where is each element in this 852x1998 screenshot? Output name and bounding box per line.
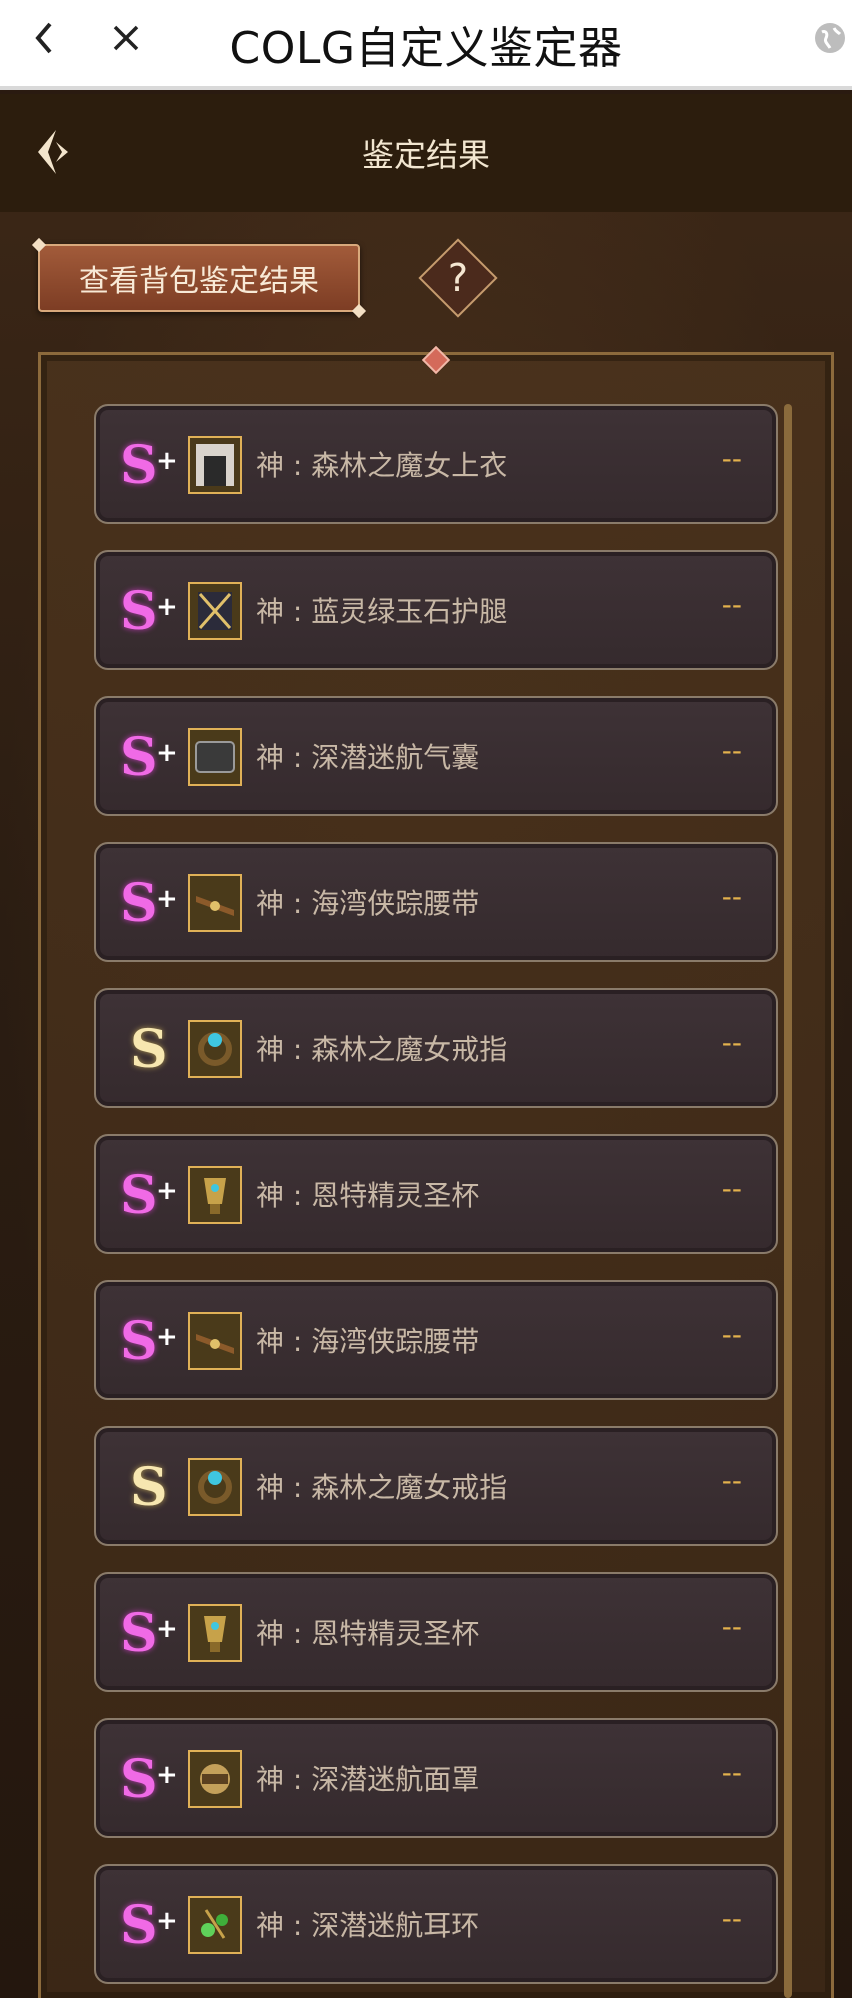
item-name: 神 : 恩特精灵圣杯: [256, 1179, 480, 1212]
item-value: --: [721, 1172, 742, 1205]
item-name: 神 : 深潜迷航气囊: [256, 741, 480, 774]
item-value: --: [721, 1026, 742, 1059]
list-item[interactable]: S + 神 : 蓝灵绿玉石护腿 --: [94, 550, 778, 670]
grade-badge: S +: [120, 727, 178, 788]
equipment-icon: [188, 1458, 242, 1516]
grade-badge: S +: [120, 1749, 178, 1810]
item-value: --: [721, 1756, 742, 1789]
equipment-icon: [188, 1020, 242, 1078]
grade-badge: S +: [120, 435, 178, 496]
list-item[interactable]: S + 神 : 森林之魔女上衣 --: [94, 404, 778, 524]
item-value: --: [721, 1318, 742, 1351]
item-value: --: [721, 588, 742, 621]
grade-badge: S +: [120, 1603, 178, 1664]
item-name: 神 : 蓝灵绿玉石护腿: [256, 595, 508, 628]
equipment-icon: [188, 1896, 242, 1954]
list-item[interactable]: S + 神 : 恩特精灵圣杯 --: [94, 1572, 778, 1692]
grade-badge: S +: [120, 873, 178, 934]
view-bag-results-button[interactable]: 查看背包鉴定结果: [38, 244, 360, 312]
item-value: --: [721, 734, 742, 767]
scrollbar[interactable]: [784, 404, 792, 1998]
item-name: 神 : 海湾侠踪腰带: [256, 1325, 480, 1358]
equipment-icon: [188, 582, 242, 640]
item-value: --: [721, 442, 742, 475]
grade-badge: S +: [120, 1895, 178, 1956]
grade-badge: S: [130, 1019, 168, 1080]
equipment-icon: [188, 1604, 242, 1662]
item-value: --: [721, 1610, 742, 1643]
browser-topbar: COLG自定义鉴定器: [0, 0, 852, 90]
item-value: --: [721, 1464, 742, 1497]
equipment-icon: [188, 874, 242, 932]
equipment-icon: [188, 436, 242, 494]
list-item[interactable]: S + 神 : 深潜迷航耳环 --: [94, 1864, 778, 1984]
equipment-icon: [188, 728, 242, 786]
item-name: 神 : 海湾侠踪腰带: [256, 887, 480, 920]
list-item[interactable]: S 神 : 森林之魔女戒指 --: [94, 1426, 778, 1546]
grade-badge: S +: [120, 1165, 178, 1226]
list-item[interactable]: S + 神 : 海湾侠踪腰带 --: [94, 842, 778, 962]
page-title: 鉴定结果: [361, 136, 490, 174]
list-item[interactable]: S + 神 : 深潜迷航气囊 --: [94, 696, 778, 816]
item-name: 神 : 深潜迷航面罩: [256, 1763, 480, 1796]
equipment-icon: [188, 1312, 242, 1370]
globe-icon[interactable]: [812, 20, 848, 56]
equipment-icon: [188, 1166, 242, 1224]
item-name: 神 : 森林之魔女戒指: [256, 1033, 508, 1066]
list-item[interactable]: S + 神 : 海湾侠踪腰带 --: [94, 1280, 778, 1400]
list-item[interactable]: S + 神 : 深潜迷航面罩 --: [94, 1718, 778, 1838]
list-item[interactable]: S + 神 : 恩特精灵圣杯 --: [94, 1134, 778, 1254]
browser-title: COLG自定义鉴定器: [229, 23, 623, 74]
grade-badge: S +: [120, 581, 178, 642]
item-value: --: [721, 880, 742, 913]
item-value: --: [721, 1902, 742, 1935]
help-icon: ?: [447, 256, 469, 300]
item-name: 神 : 森林之魔女戒指: [256, 1471, 508, 1504]
app-header: 鉴定结果: [0, 94, 852, 212]
item-name: 神 : 森林之魔女上衣: [256, 449, 508, 482]
item-name: 神 : 恩特精灵圣杯: [256, 1617, 480, 1650]
grade-badge: S: [130, 1457, 168, 1518]
grade-badge: S +: [120, 1311, 178, 1372]
list-item[interactable]: S 神 : 森林之魔女戒指 --: [94, 988, 778, 1108]
equipment-icon: [188, 1750, 242, 1808]
item-name: 神 : 深潜迷航耳环: [256, 1909, 480, 1942]
